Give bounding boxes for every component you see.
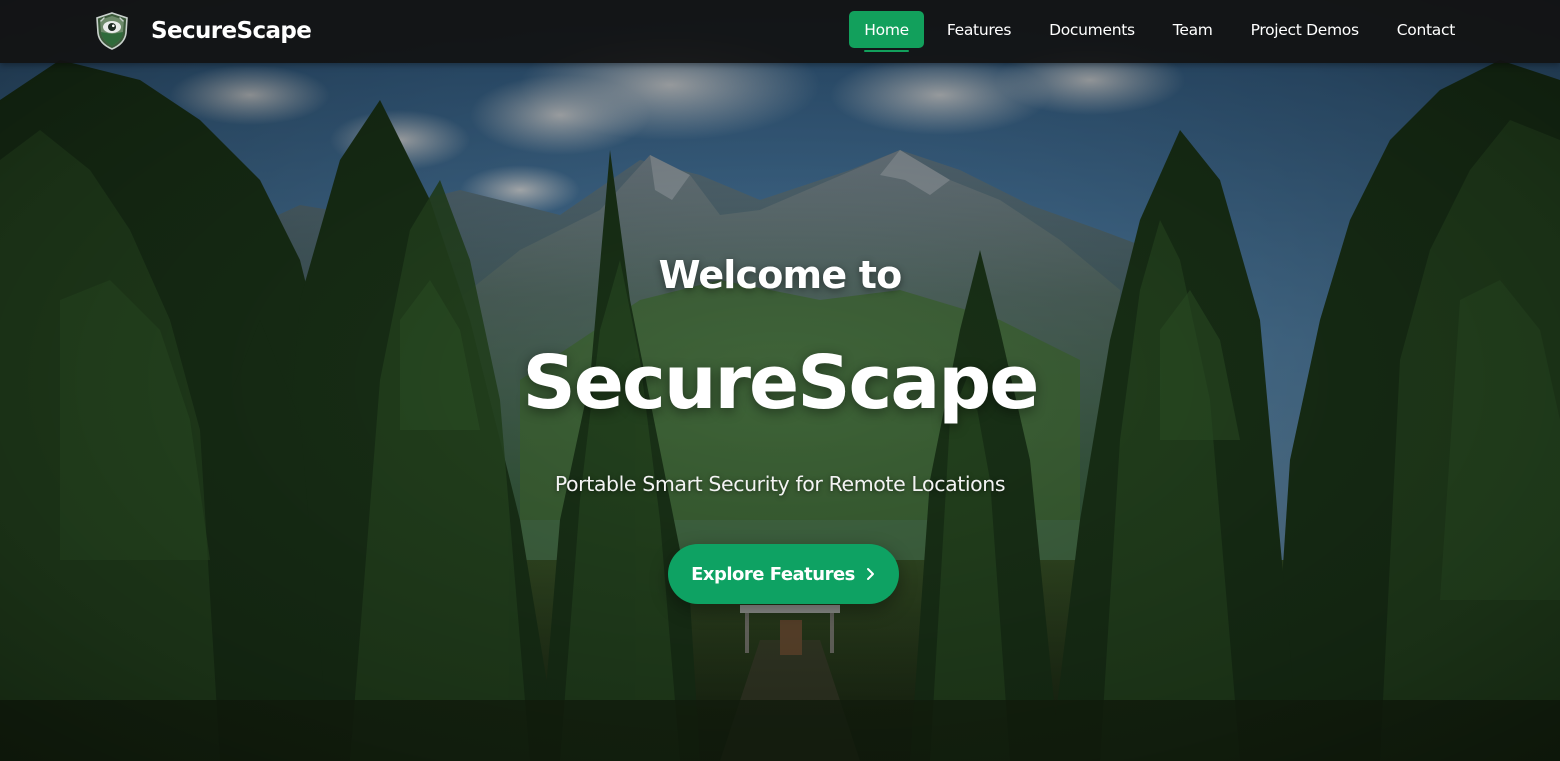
nav-item-team[interactable]: Team	[1158, 11, 1228, 48]
explore-features-button[interactable]: Explore Features	[668, 544, 899, 604]
nav-item-label: Project Demos	[1250, 20, 1360, 39]
nav-item-features[interactable]: Features	[932, 11, 1026, 48]
nav-item-home[interactable]: Home	[849, 11, 924, 52]
nav-item-label: Contact	[1396, 20, 1456, 39]
nav-item-label: Features	[946, 20, 1012, 39]
shield-eye-logo-icon	[96, 12, 128, 50]
nav-item-documents[interactable]: Documents	[1034, 11, 1150, 48]
nav-item-label: Documents	[1049, 20, 1135, 39]
hero-welcome-text: Welcome to	[658, 253, 903, 297]
explore-features-label: Explore Features	[691, 563, 855, 585]
hero-section: Welcome to SecureScape Portable Smart Se…	[0, 0, 1560, 761]
hero-title: SecureScape	[522, 340, 1040, 426]
nav-item-project-demos[interactable]: Project Demos	[1236, 11, 1374, 48]
chevron-right-icon	[866, 568, 874, 580]
brand-link[interactable]: SecureScape	[95, 11, 312, 51]
nav-item-label: Home	[864, 20, 909, 39]
landing-page: SecureScape Home Features Documents Team…	[0, 0, 1560, 761]
hero-tagline: Portable Smart Security for Remote Locat…	[554, 472, 1006, 496]
main-nav: Home Features Documents Team Project Dem…	[849, 11, 1470, 52]
nav-item-label: Team	[1172, 20, 1213, 39]
brand-name: SecureScape	[151, 18, 312, 44]
nav-item-contact[interactable]: Contact	[1382, 11, 1470, 48]
top-navbar: SecureScape Home Features Documents Team…	[0, 0, 1560, 63]
